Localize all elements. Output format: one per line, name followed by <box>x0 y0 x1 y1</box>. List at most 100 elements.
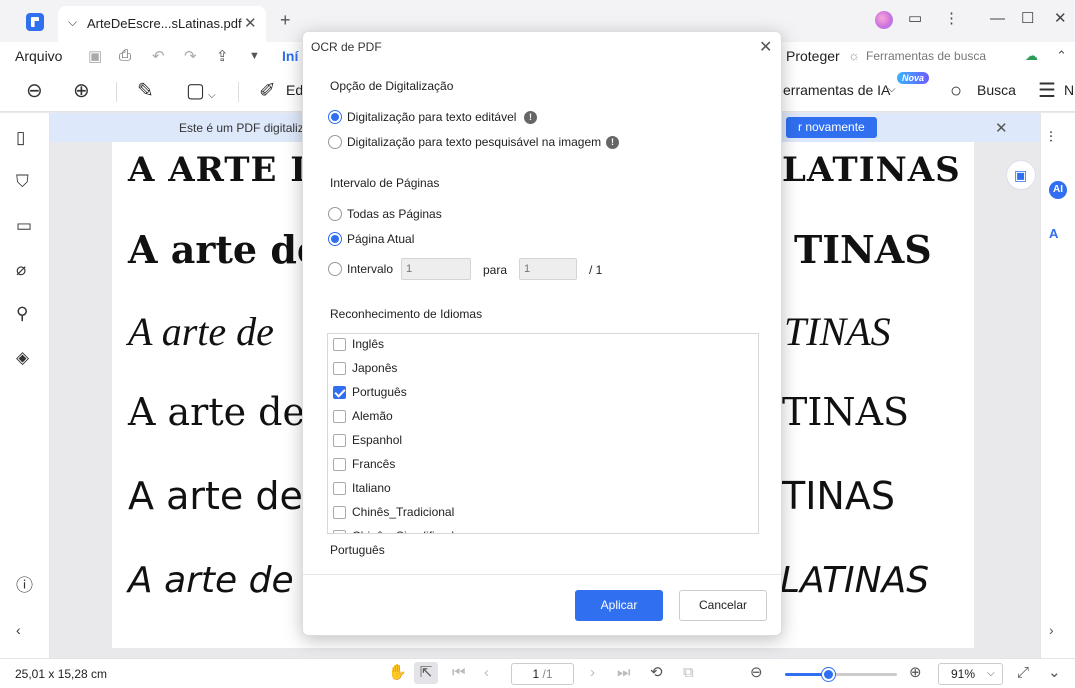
maximize-button[interactable]: ☐ <box>1021 10 1034 28</box>
ai-tools-label[interactable]: erramentas de IA <box>783 82 890 98</box>
chevron-down-icon[interactable]: ⌵ <box>888 84 896 95</box>
cloud-sync-icon[interactable]: ☁ <box>1025 48 1038 64</box>
new-tab-button[interactable]: + <box>280 11 291 29</box>
layers-icon[interactable]: ◈ <box>16 349 29 367</box>
more-vertical-icon[interactable]: ⋮ <box>944 10 959 28</box>
language-checkbox[interactable] <box>333 362 346 375</box>
select-tool-icon[interactable]: ⇱ <box>414 662 438 684</box>
first-page-icon[interactable]: ⏮ <box>452 665 466 681</box>
language-item[interactable]: Chinês_Simplificado <box>328 525 748 533</box>
language-list[interactable]: Inglês Japonês Português Alemão Espanhol Fran… <box>327 333 759 534</box>
redo-icon[interactable]: ↷ <box>184 47 197 65</box>
close-window-button[interactable]: ✕ <box>1054 10 1067 28</box>
scan-searchable-label[interactable]: Digitalização para texto pesquisável na … <box>347 135 601 149</box>
more-menu-icon[interactable]: ☰ <box>1038 80 1056 102</box>
shape-icon[interactable]: ▢ <box>186 80 205 102</box>
language-checkbox[interactable] <box>333 530 346 533</box>
range-all-label[interactable]: Todas as Páginas <box>347 207 442 221</box>
share-icon[interactable]: ⇪ <box>216 47 229 65</box>
apply-button[interactable]: Aplicar <box>575 590 663 621</box>
fullscreen-icon[interactable]: ⤢ <box>1017 665 1029 681</box>
print-icon[interactable]: ⎙ <box>119 47 131 64</box>
zoom-out-icon[interactable]: ⊖ <box>750 665 763 681</box>
dropdown-icon[interactable]: ▼ <box>249 50 260 62</box>
comment-icon[interactable]: ▭ <box>16 217 32 235</box>
document-tab[interactable]: ⌵ ArteDeEscre...sLatinas.pdf ✕ <box>58 6 266 42</box>
menu-proteger[interactable]: Proteger <box>786 48 840 64</box>
notification-action-button[interactable]: r novamente <box>786 117 877 138</box>
zoom-slider[interactable] <box>785 668 897 681</box>
ai-assistant-icon[interactable]: AI <box>1049 181 1067 199</box>
info-icon[interactable]: ! <box>606 136 619 149</box>
hand-tool-icon[interactable]: ✋ <box>388 665 407 681</box>
language-item[interactable]: Francês <box>328 453 748 477</box>
page-number-box[interactable]: 1 /1 <box>511 663 574 685</box>
app-logo-icon[interactable] <box>26 13 44 31</box>
info-icon[interactable]: ! <box>524 111 537 124</box>
language-checkbox[interactable] <box>333 434 346 447</box>
menu-arquivo[interactable]: Arquivo <box>15 48 62 64</box>
expand-icon[interactable]: ⌃ <box>1056 48 1067 64</box>
menu-inicio[interactable]: Iní <box>282 48 298 64</box>
language-checkbox[interactable] <box>333 506 346 519</box>
last-page-icon[interactable]: ⏭ <box>617 665 631 681</box>
collapse-right-icon[interactable]: › <box>1049 621 1054 639</box>
language-item[interactable]: Chinês_Tradicional <box>328 501 748 525</box>
language-item[interactable]: Português <box>328 381 748 405</box>
undo-icon[interactable]: ↶ <box>152 47 165 65</box>
attachment-icon[interactable]: ⌀ <box>16 261 26 279</box>
range-current-radio[interactable] <box>328 232 342 246</box>
bookmark-icon[interactable]: ⛉ <box>16 173 29 191</box>
language-item[interactable]: Espanhol <box>328 429 748 453</box>
search-icon[interactable]: ⚲ <box>16 305 28 323</box>
translate-icon[interactable]: A <box>1049 225 1058 243</box>
zoom-select[interactable]: 91% ⌵ <box>938 663 1003 685</box>
scan-editable-label[interactable]: Digitalização para texto editável <box>347 110 516 124</box>
range-from-input[interactable] <box>401 258 471 280</box>
zoom-in-icon[interactable]: ⊕ <box>73 80 90 102</box>
avatar[interactable] <box>875 11 893 29</box>
cancel-button[interactable]: Cancelar <box>679 590 767 621</box>
language-checkbox[interactable] <box>333 386 346 399</box>
range-interval-radio[interactable] <box>328 262 342 276</box>
close-icon[interactable]: ✕ <box>759 37 772 57</box>
floating-ai-button[interactable]: ▣ <box>1006 160 1036 190</box>
search-label[interactable]: Busca <box>977 82 1016 98</box>
fit-page-icon[interactable]: ⧉ <box>683 665 694 681</box>
more-label[interactable]: N <box>1064 82 1074 98</box>
page-icon[interactable]: ▯ <box>16 129 25 147</box>
language-checkbox[interactable] <box>333 458 346 471</box>
menu-ferramentas-busca[interactable]: Ferramentas de busca <box>866 49 986 63</box>
range-interval-label[interactable]: Intervalo <box>347 262 393 276</box>
language-checkbox[interactable] <box>333 338 346 351</box>
highlight-icon[interactable]: ✎ <box>137 80 154 102</box>
settings-sliders-icon[interactable]: ⫶ <box>1049 129 1053 147</box>
rotate-icon[interactable]: ⟲ <box>650 665 663 681</box>
zoom-slider-handle[interactable] <box>821 668 835 681</box>
collapse-down-icon[interactable]: ⌄ <box>1048 665 1061 681</box>
close-tab-icon[interactable]: ✕ <box>244 14 257 32</box>
language-checkbox[interactable] <box>333 482 346 495</box>
range-current-label[interactable]: Página Atual <box>347 232 414 246</box>
edit-icon[interactable]: ✐ <box>259 80 276 102</box>
range-to-input[interactable] <box>519 258 577 280</box>
search-icon[interactable]: ○ <box>950 80 962 102</box>
collapse-left-icon[interactable]: ‹ <box>16 621 21 639</box>
save-icon[interactable]: ▣ <box>88 47 102 65</box>
minimize-button[interactable]: — <box>990 10 1005 28</box>
prev-page-icon[interactable]: ‹ <box>484 665 489 681</box>
language-item[interactable]: Inglês <box>328 334 748 357</box>
language-checkbox[interactable] <box>333 410 346 423</box>
zoom-in-icon[interactable]: ⊕ <box>909 665 922 681</box>
language-item[interactable]: Italiano <box>328 477 748 501</box>
scan-editable-radio[interactable] <box>328 110 342 124</box>
feedback-icon[interactable]: ▭ <box>908 10 922 28</box>
scan-searchable-radio[interactable] <box>328 135 342 149</box>
edit-label[interactable]: Ed <box>286 82 303 98</box>
zoom-out-icon[interactable]: ⊖ <box>26 80 43 102</box>
range-all-radio[interactable] <box>328 207 342 221</box>
chevron-down-icon[interactable]: ⌵ <box>68 15 77 30</box>
close-icon[interactable]: ✕ <box>995 119 1008 137</box>
language-item[interactable]: Alemão <box>328 405 748 429</box>
chevron-down-icon[interactable]: ⌵ <box>208 85 216 107</box>
